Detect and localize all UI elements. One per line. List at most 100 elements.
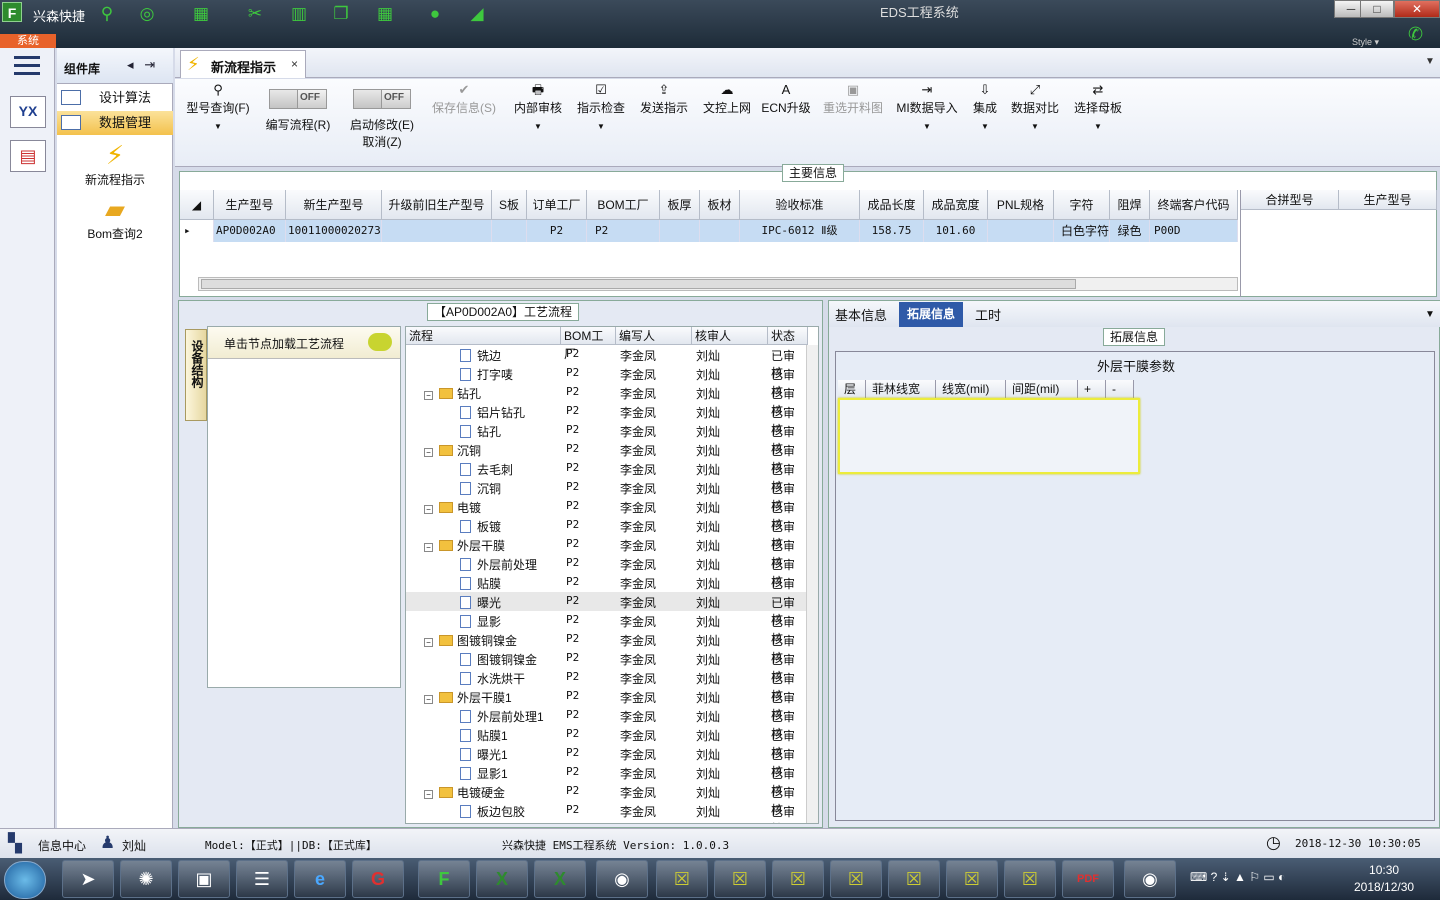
table-cell[interactable]: AP0D002A0 bbox=[214, 220, 286, 242]
row-pointer-icon[interactable]: ▸ bbox=[180, 220, 214, 242]
write-flow-toggle[interactable]: OFF 编写流程(R) bbox=[259, 89, 337, 133]
col-header[interactable]: 成品长度 bbox=[860, 190, 924, 220]
doc-control-online-button[interactable]: ☁ 文控上网 bbox=[698, 81, 756, 116]
tab-extended-info[interactable]: 拓展信息 bbox=[899, 302, 963, 327]
table-cell[interactable] bbox=[492, 220, 527, 242]
taskbar-app-x-icon[interactable]: ☒ bbox=[888, 860, 940, 898]
tree-row[interactable]: 外层前处理 P2 李金凤 刘灿 已审核 bbox=[406, 554, 806, 589]
tab-work-hours[interactable]: 工时 bbox=[975, 305, 1001, 324]
taskbar-app-ie-icon[interactable]: e bbox=[294, 860, 346, 898]
col-header[interactable]: 订单工厂 bbox=[527, 190, 587, 220]
table-cell[interactable] bbox=[700, 220, 740, 242]
col-header[interactable]: 核审人 bbox=[692, 327, 768, 345]
lib-item-design-algorithm[interactable]: 设计算法 bbox=[57, 86, 173, 110]
table-icon[interactable]: ▦ bbox=[374, 4, 396, 24]
instruction-check-button[interactable]: ☑ 指示检查 ▼ bbox=[572, 81, 630, 131]
col-header[interactable]: PNL规格 bbox=[988, 190, 1054, 220]
calculator-icon[interactable]: ▤ bbox=[10, 140, 46, 172]
taskbar-app-feather-icon[interactable]: ➤ bbox=[62, 860, 114, 898]
col-header[interactable]: 生产型号 bbox=[1339, 190, 1437, 210]
integrate-button[interactable]: ⇩ 集成 ▼ bbox=[965, 81, 1005, 131]
dropdown-arrow-icon[interactable]: ▼ bbox=[965, 122, 1005, 131]
toggle-switch[interactable]: OFF bbox=[269, 89, 327, 109]
chart-icon[interactable]: ◢ bbox=[466, 4, 488, 24]
collapse-toggle-icon[interactable]: − bbox=[424, 391, 433, 400]
col-header[interactable]: 升级前旧生产型号 bbox=[382, 190, 492, 220]
scrollbar-thumb[interactable] bbox=[201, 279, 1076, 289]
taskbar-app-x-icon[interactable]: ☒ bbox=[772, 860, 824, 898]
windows-grid-icon[interactable]: ▚ bbox=[8, 833, 22, 854]
reselect-cutting-button[interactable]: ▣ 重选开料图 bbox=[819, 81, 887, 116]
tree-row[interactable]: 外层前处理1 P2 李金凤 刘灿 已审核 bbox=[406, 706, 806, 741]
dropdown-arrow-icon[interactable]: ▼ bbox=[893, 122, 961, 131]
taskbar-app-excel-icon[interactable]: X bbox=[534, 860, 586, 898]
col-header[interactable]: 菲林线宽 bbox=[866, 380, 936, 398]
tree-row[interactable]: 板镀 P2 李金凤 刘灿 已审核 bbox=[406, 516, 806, 551]
tab-new-flow[interactable]: ⚡ 新流程指示 × bbox=[180, 50, 306, 78]
collapse-toggle-icon[interactable]: − bbox=[424, 543, 433, 552]
taskbar-app-eds-icon[interactable]: F bbox=[418, 860, 470, 898]
tab-basic-info[interactable]: 基本信息 bbox=[835, 305, 887, 324]
taskbar-clock[interactable]: 10:30 2018/12/30 bbox=[1354, 862, 1414, 896]
start-button[interactable] bbox=[4, 861, 46, 899]
bom-query-item[interactable]: ▰ Bom查询2 bbox=[57, 194, 173, 242]
tree-row[interactable]: 曝光1 P2 李金凤 刘灿 已审核 bbox=[406, 744, 806, 779]
tree-row[interactable]: 曝光 P2 李金凤 刘灿 已审核 bbox=[406, 592, 806, 627]
taskbar-app-scanner-icon[interactable]: ☰ bbox=[236, 860, 288, 898]
collapse-toggle-icon[interactable]: − bbox=[424, 638, 433, 647]
close-button[interactable]: ✕ bbox=[1394, 0, 1440, 18]
tree-row[interactable]: − 外层干膜 P2 李金凤 刘灿 已审核 bbox=[406, 535, 806, 570]
system-tray[interactable]: ⌨ ? ⇣ ▲ ⚐ ▭ ◐ bbox=[1190, 870, 1285, 884]
grid-icon[interactable]: ▦ bbox=[190, 4, 212, 24]
collapse-toggle-icon[interactable]: − bbox=[424, 695, 433, 704]
tree-row[interactable]: 显影1 P2 李金凤 刘灿 已审核 bbox=[406, 763, 806, 798]
scissors-icon[interactable]: ✂ bbox=[244, 4, 266, 24]
dropdown-arrow-icon[interactable]: ▼ bbox=[1009, 122, 1061, 131]
equipment-structure-tab[interactable]: 设备结构 bbox=[185, 329, 207, 421]
new-flow-instruction-item[interactable]: ⚡ 新流程指示 bbox=[57, 140, 173, 188]
taskbar-app-g-icon[interactable]: G bbox=[352, 860, 404, 898]
select-master-board-button[interactable]: ⇄ 选择母板 ▼ bbox=[1069, 81, 1127, 131]
taskbar-app-shell-icon[interactable]: ✺ bbox=[120, 860, 172, 898]
tree-row[interactable]: − 电镀 P2 李金凤 刘灿 已审核 bbox=[406, 497, 806, 532]
table-cell[interactable]: IPC-6012 Ⅱ级 bbox=[740, 220, 860, 242]
add-row-button[interactable]: + bbox=[1078, 380, 1106, 398]
info-center-link[interactable]: 信息中心 bbox=[38, 837, 86, 854]
taskbar-app-eye-icon[interactable]: ◉ bbox=[1124, 860, 1176, 898]
horizontal-scrollbar[interactable] bbox=[198, 277, 1238, 291]
col-header[interactable]: 板厚 bbox=[660, 190, 700, 220]
style-menu[interactable]: Style ▾ bbox=[1352, 37, 1379, 48]
copy-icon[interactable]: ❐ bbox=[330, 4, 352, 24]
dropdown-arrow-icon[interactable]: ▼ bbox=[1425, 309, 1435, 320]
film-icon[interactable]: ▥ bbox=[288, 4, 310, 24]
col-header[interactable]: 合拼型号 bbox=[1241, 190, 1339, 210]
remove-row-button[interactable]: - bbox=[1106, 380, 1134, 398]
yx-factory-icon[interactable]: YX bbox=[10, 96, 46, 128]
tree-row[interactable]: − 钻孔 P2 李金凤 刘灿 已审核 bbox=[406, 383, 806, 418]
tab-dropdown-icon[interactable]: ▼ bbox=[1425, 56, 1435, 67]
tree-row[interactable]: 贴膜1 P2 李金凤 刘灿 已审核 bbox=[406, 725, 806, 760]
tree-row[interactable]: − 图镀铜镍金 P2 李金凤 刘灿 已审核 bbox=[406, 630, 806, 665]
table-cell[interactable]: 白色字符 bbox=[1054, 220, 1110, 242]
col-header[interactable]: 线宽(mil) bbox=[936, 380, 1006, 398]
tree-row[interactable]: − 电镀硬金 P2 李金凤 刘灿 已审核 bbox=[406, 782, 806, 817]
tree-row[interactable]: − 外层干膜1 P2 李金凤 刘灿 已审核 bbox=[406, 687, 806, 722]
tree-row[interactable]: 铝片钻孔 P2 李金凤 刘灿 已审核 bbox=[406, 402, 806, 437]
col-header[interactable]: 字符 bbox=[1054, 190, 1110, 220]
table-cell[interactable]: P2 bbox=[527, 220, 587, 242]
internal-review-button[interactable]: 🖶 内部审核 ▼ bbox=[509, 81, 567, 131]
taskbar-app-x-icon[interactable]: ☒ bbox=[946, 860, 998, 898]
tree-row[interactable]: 图镀铜镍金 P2 李金凤 刘灿 已审核 bbox=[406, 649, 806, 684]
save-info-button[interactable]: ✔ 保存信息(S) bbox=[427, 81, 501, 116]
model-query-button[interactable]: ⚲ 型号查询(F) ▼ bbox=[183, 81, 253, 131]
col-header[interactable]: 编写人 bbox=[616, 327, 692, 345]
col-header[interactable]: 流程 bbox=[406, 327, 561, 345]
col-header[interactable]: 生产型号 bbox=[214, 190, 286, 220]
tree-row[interactable]: 板边包胶 P2 李金凤 刘灿 已审核 bbox=[406, 801, 806, 823]
collapse-toggle-icon[interactable]: − bbox=[424, 790, 433, 799]
tab-close-icon[interactable]: × bbox=[291, 57, 298, 71]
cancel-label[interactable]: 取消(Z) bbox=[362, 135, 401, 149]
col-header[interactable]: 状态 bbox=[768, 327, 808, 345]
col-header[interactable]: BOM工厂 bbox=[587, 190, 660, 220]
lib-item-data-management[interactable]: 数据管理 bbox=[57, 111, 173, 135]
